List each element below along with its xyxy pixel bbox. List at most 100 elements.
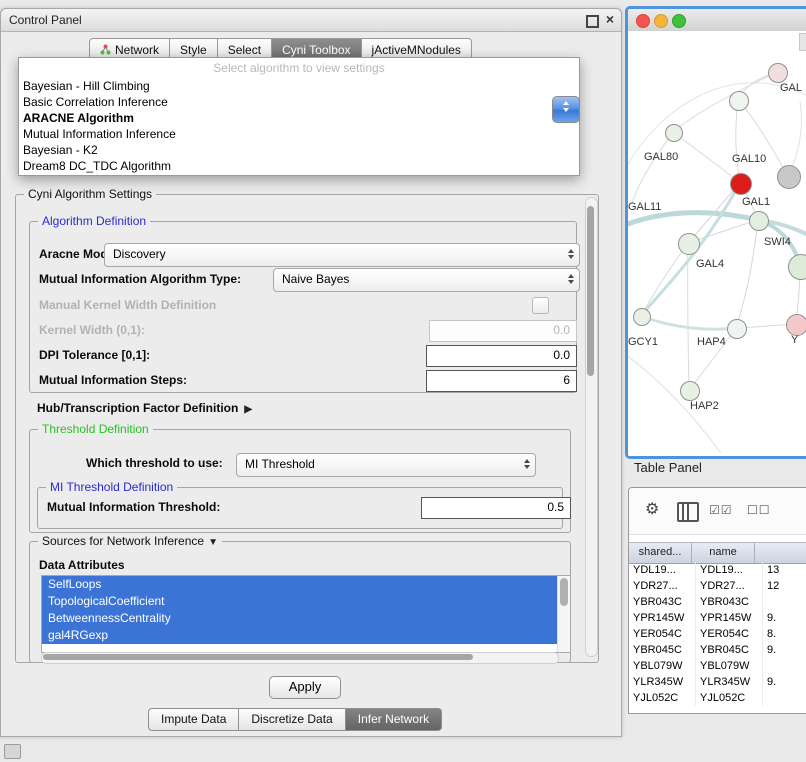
network-node[interactable] xyxy=(777,165,801,189)
algorithm-option[interactable]: Dream8 DC_TDC Algorithm xyxy=(19,158,579,174)
tab-infer-network[interactable]: Infer Network xyxy=(346,708,442,731)
desktop: Control Panel × Network Style xyxy=(0,0,806,762)
close-window-icon[interactable] xyxy=(636,14,650,28)
mi-type-label: Mutual Information Algorithm Type: xyxy=(39,272,241,286)
network-node[interactable] xyxy=(678,233,700,255)
algorithm-option[interactable]: Basic Correlation Inference xyxy=(19,94,579,110)
control-panel-titlebar: Control Panel × xyxy=(1,9,621,32)
algorithm-popup-options: Bayesian - Hill ClimbingBasic Correlatio… xyxy=(19,78,579,174)
sources-group-title[interactable]: Sources for Network Inference▼ xyxy=(38,534,222,548)
attribute-item[interactable]: gal4RGexp xyxy=(42,627,558,644)
select-all-columns-icon[interactable]: ☑☑ xyxy=(709,503,733,517)
list-horizontal-scrollbar[interactable] xyxy=(41,652,559,664)
attribute-item[interactable]: SelfLoops xyxy=(42,576,558,593)
table-row[interactable]: YJL052CYJL052C xyxy=(629,690,806,706)
algorithm-option[interactable]: ARACNE Algorithm xyxy=(19,110,579,126)
settings-group-title: Cyni Algorithm Settings xyxy=(24,187,156,201)
aracne-mode-value: Discovery xyxy=(113,247,166,261)
mi-steps-field[interactable]: 6 xyxy=(426,370,577,392)
tab-label: Style xyxy=(180,43,207,57)
zoom-window-icon[interactable] xyxy=(672,14,686,28)
minimized-panel-icon[interactable] xyxy=(4,744,21,759)
network-node-label: Y xyxy=(791,334,798,346)
table-row[interactable]: YDL19...YDL19...13 xyxy=(629,562,806,578)
apply-button[interactable]: Apply xyxy=(269,676,341,699)
kernel-width-label: Kernel Width (0,1): xyxy=(39,323,145,337)
network-node[interactable] xyxy=(768,63,788,83)
table-row[interactable]: YPR145WYPR145W9. xyxy=(629,610,806,626)
data-attributes-label: Data Attributes xyxy=(39,558,125,572)
which-threshold-combo[interactable]: MI Threshold xyxy=(236,453,536,477)
data-attributes-list[interactable]: SelfLoopsTopologicalCoefficientBetweenne… xyxy=(41,575,571,653)
table-row[interactable]: YBL079WYBL079W xyxy=(629,658,806,674)
network-window: GALGAL80GAL10GAL11GAL1SWI4GAL4GCY1HAP4YH… xyxy=(625,6,806,459)
deselect-all-columns-icon[interactable]: ☐☐ xyxy=(747,503,771,517)
gear-icon[interactable]: ⚙ xyxy=(645,499,659,519)
network-node[interactable] xyxy=(633,308,651,326)
mi-threshold-field[interactable]: 0.5 xyxy=(421,497,571,519)
table-cell: YLR345W xyxy=(629,674,696,690)
collapse-down-icon[interactable]: ▼ xyxy=(208,537,218,548)
table-header: shared... name xyxy=(629,542,806,564)
hub-definition-toggle[interactable]: Hub/Transcription Factor Definition▶ xyxy=(37,401,252,415)
network-node-label: GAL1 xyxy=(742,196,770,208)
network-node[interactable] xyxy=(749,211,769,231)
algorithm-option[interactable]: Bayesian - K2 xyxy=(19,142,579,158)
scrollbar-thumb[interactable] xyxy=(587,206,594,376)
kernel-width-field[interactable]: 0.0 xyxy=(429,320,577,342)
expand-right-icon[interactable]: ▶ xyxy=(244,404,252,415)
table-row[interactable]: YLR345WYLR345W9. xyxy=(629,674,806,690)
table-cell: YBL079W xyxy=(696,658,763,674)
algorithm-combo-button[interactable] xyxy=(552,96,580,123)
column-header-name[interactable]: name xyxy=(692,543,755,563)
tab-impute-data[interactable]: Impute Data xyxy=(148,708,239,731)
network-scrollbar[interactable] xyxy=(799,33,806,51)
table-row[interactable]: YER054CYER054C8. xyxy=(629,626,806,642)
network-node-label: HAP4 xyxy=(697,336,726,348)
manual-kernel-width-label: Manual Kernel Width Definition xyxy=(39,298,216,312)
network-node-label: GAL11 xyxy=(628,201,661,213)
table-cell xyxy=(763,594,806,610)
table-row[interactable]: YBR043CYBR043C xyxy=(629,594,806,610)
column-header-partial[interactable] xyxy=(755,543,806,563)
settings-scrollbar[interactable] xyxy=(585,197,598,657)
table-row[interactable]: YDR27...YDR27...12 xyxy=(629,578,806,594)
algorithm-option[interactable]: Bayesian - Hill Climbing xyxy=(19,78,579,94)
tab-discretize-data[interactable]: Discretize Data xyxy=(239,708,345,731)
dpi-tolerance-field[interactable]: 0.0 xyxy=(426,345,577,367)
attribute-item[interactable]: BetweennessCentrality xyxy=(42,610,558,627)
network-node[interactable] xyxy=(786,314,806,336)
table-cell xyxy=(763,658,806,674)
manual-kernel-width-checkbox[interactable] xyxy=(532,297,549,314)
table-cell: 8. xyxy=(763,626,806,642)
table-body: YDL19...YDL19...13YDR27...YDR27...12YBR0… xyxy=(629,562,806,713)
table-cell: YDL19... xyxy=(629,562,696,578)
tab-label: jActiveMNodules xyxy=(372,43,461,57)
network-window-titlebar xyxy=(628,9,806,32)
minimize-window-icon[interactable] xyxy=(654,14,668,28)
column-selector-icon[interactable] xyxy=(677,502,699,522)
table-cell: 9. xyxy=(763,610,806,626)
list-scrollbar[interactable] xyxy=(557,576,570,652)
network-canvas[interactable]: GALGAL80GAL10GAL11GAL1SWI4GAL4GCY1HAP4YH… xyxy=(628,31,806,456)
network-node[interactable] xyxy=(665,124,683,142)
table-panel-window: ⚙ ☑☑ ☐☐ shared... name YDL19...YDL19...1… xyxy=(628,487,806,714)
table-row[interactable]: YBR045CYBR045C9. xyxy=(629,642,806,658)
network-node[interactable] xyxy=(729,91,749,111)
column-header-shared-name[interactable]: shared... xyxy=(629,543,692,563)
close-icon[interactable]: × xyxy=(606,11,614,27)
network-node-gal10[interactable] xyxy=(730,173,752,195)
algorithm-option[interactable]: Mutual Information Inference xyxy=(19,126,579,142)
scrollbar-thumb[interactable] xyxy=(560,578,568,606)
aracne-mode-combo[interactable]: Discovery xyxy=(104,243,580,267)
table-cell: 12 xyxy=(763,578,806,594)
combo-arrows-icon xyxy=(568,274,574,284)
combo-arrows-icon xyxy=(524,459,530,469)
network-node[interactable] xyxy=(727,319,747,339)
float-window-icon[interactable] xyxy=(586,15,599,28)
attribute-item[interactable]: TopologicalCoefficient xyxy=(42,593,558,610)
mi-type-combo[interactable]: Naive Bayes xyxy=(273,268,580,292)
scrollbar-thumb[interactable] xyxy=(43,654,473,660)
algorithm-popup: Select algorithm to view settings Bayesi… xyxy=(18,57,580,176)
network-node[interactable] xyxy=(680,381,700,401)
